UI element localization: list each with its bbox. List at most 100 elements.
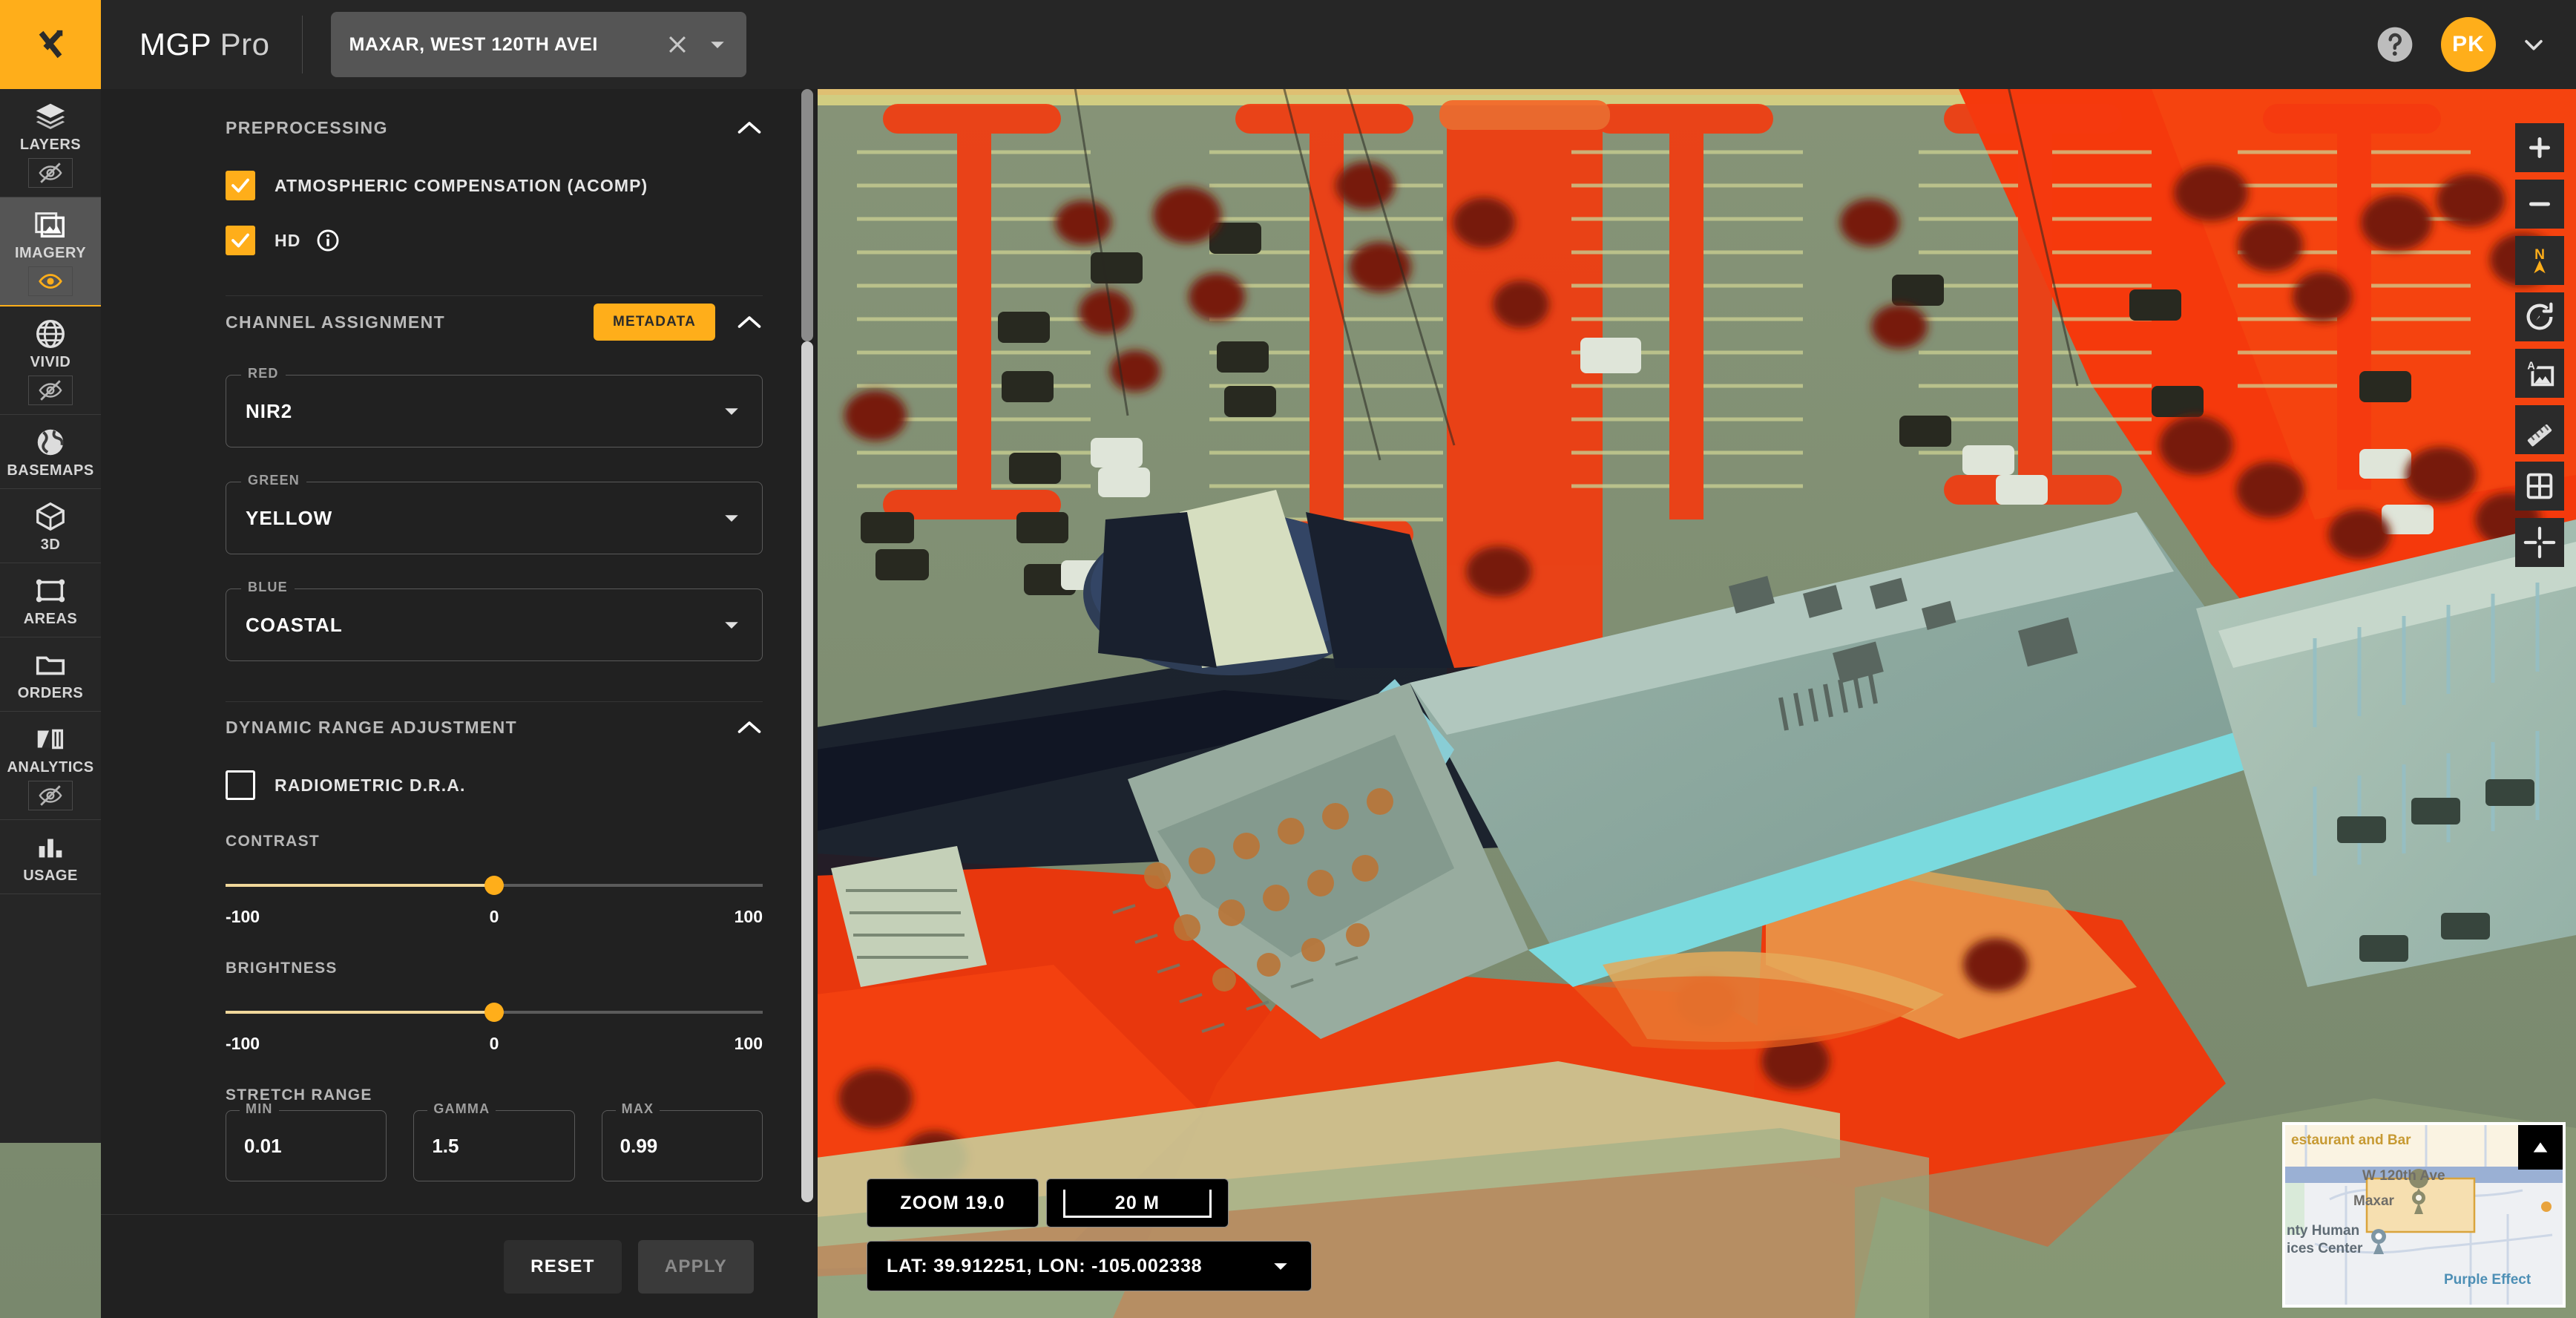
zoom-level-indicator[interactable]: ZOOM 19.0 — [867, 1178, 1039, 1227]
stretch-max-input[interactable]: MAX 0.99 — [602, 1110, 763, 1181]
help-icon[interactable] — [2374, 24, 2416, 65]
sidebar-item-areas[interactable]: AREAS — [0, 563, 101, 637]
section-title: PREPROCESSING — [226, 118, 388, 138]
section-title: DYNAMIC RANGE ADJUSTMENT — [226, 718, 517, 738]
chevron-up-icon[interactable] — [736, 718, 763, 736]
sidebar-item-basemaps[interactable]: BASEMAPS — [0, 415, 101, 489]
chevron-down-icon[interactable] — [1269, 1255, 1292, 1277]
contrast-slider[interactable] — [226, 876, 763, 895]
minimap-collapse-button[interactable] — [2518, 1125, 2563, 1170]
search-chip[interactable]: MAXAR, WEST 120TH AVEI — [331, 12, 746, 77]
blue-channel-value: COASTAL — [246, 614, 343, 637]
minimap-label: nty Human — [2287, 1223, 2359, 1239]
hd-checkbox[interactable] — [226, 226, 255, 255]
zoom-in-button[interactable] — [2515, 123, 2564, 172]
label-toggle-button[interactable]: A — [2515, 349, 2564, 398]
avatar[interactable]: PK — [2441, 17, 2496, 72]
sidebar-item-imagery[interactable]: IMAGERY — [0, 197, 101, 306]
panel-scrollbar[interactable] — [801, 89, 813, 1214]
minimap-label: W 120th Ave — [2362, 1168, 2445, 1184]
preprocessing-header[interactable]: PREPROCESSING — [226, 110, 763, 145]
folder-icon — [33, 648, 68, 682]
hd-checkbox-row[interactable]: HD — [226, 226, 763, 255]
brightness-thumb[interactable] — [484, 1003, 504, 1022]
chevron-down-icon[interactable] — [720, 507, 743, 529]
stretch-gamma-legend: GAMMA — [427, 1101, 496, 1117]
scale-label: 20 M — [1115, 1193, 1160, 1214]
ruler-icon — [2523, 413, 2557, 447]
expand-up-icon — [2529, 1135, 2552, 1159]
vivid-visibility-toggle[interactable] — [28, 376, 73, 405]
chevron-down-icon[interactable] — [720, 614, 743, 636]
chevron-down-icon[interactable] — [2521, 32, 2546, 57]
metadata-button[interactable]: METADATA — [594, 304, 715, 341]
sidebar-item-analytics[interactable]: ANALYTICS — [0, 712, 101, 820]
minimap[interactable]: estaurant and Bar W 120th Ave Maxar nty … — [2282, 1122, 2566, 1308]
toolbar-divider — [302, 16, 303, 73]
imagery-visibility-toggle[interactable] — [28, 266, 73, 296]
sidebar-item-label: LAYERS — [20, 137, 81, 154]
grid-button[interactable] — [2515, 462, 2564, 511]
apply-button[interactable]: APPLY — [638, 1240, 754, 1294]
chevron-down-icon[interactable] — [720, 400, 743, 422]
green-channel-select[interactable]: GREEN YELLOW — [226, 482, 763, 554]
stretch-min-input[interactable]: MIN 0.01 — [226, 1110, 387, 1181]
sidebar-item-orders[interactable]: ORDERS — [0, 637, 101, 712]
rotate-icon — [2523, 300, 2557, 334]
reset-rotation-button[interactable] — [2515, 292, 2564, 341]
search-chip-label: MAXAR, WEST 120TH AVEI — [349, 34, 660, 56]
minimap-label: estaurant and Bar — [2291, 1132, 2411, 1149]
chevron-down-icon[interactable] — [706, 33, 729, 56]
dra-header[interactable]: DYNAMIC RANGE ADJUSTMENT — [226, 709, 763, 745]
hd-label: HD — [275, 231, 300, 251]
cube-icon — [33, 499, 68, 534]
red-channel-legend: RED — [241, 366, 286, 381]
measure-button[interactable] — [2515, 405, 2564, 454]
crosshair-button[interactable] — [2515, 518, 2564, 567]
imagery-icon — [33, 208, 68, 242]
maxar-x-logo-icon — [33, 27, 68, 62]
panel-scroll-area[interactable]: PREPROCESSING ATMOSPHERIC COMPENSATION (… — [101, 89, 818, 1214]
sidebar-item-layers[interactable]: LAYERS — [0, 89, 101, 197]
blue-channel-select[interactable]: BLUE COASTAL — [226, 588, 763, 661]
stretch-gamma-input[interactable]: GAMMA 1.5 — [413, 1110, 574, 1181]
analytics-visibility-toggle[interactable] — [28, 781, 73, 810]
info-icon[interactable] — [315, 228, 341, 253]
contrast-mid: 0 — [490, 907, 499, 927]
bar-chart-icon — [33, 830, 68, 865]
close-icon[interactable] — [665, 32, 690, 57]
scale-bar-indicator: 20 M — [1046, 1178, 1229, 1227]
contrast-min: -100 — [226, 907, 260, 927]
acomp-checkbox[interactable] — [226, 171, 255, 200]
stretch-range-fields: MIN 0.01 GAMMA 1.5 MAX 0.99 — [226, 1110, 763, 1181]
chevron-up-icon[interactable] — [736, 313, 763, 331]
radiometric-dra-checkbox[interactable] — [226, 770, 255, 800]
blue-channel-legend: BLUE — [241, 580, 295, 595]
green-channel-legend: GREEN — [241, 473, 306, 488]
coordinate-readout[interactable]: LAT: 39.912251, LON: -105.002338 — [867, 1241, 1312, 1291]
brightness-slider[interactable] — [226, 1003, 763, 1022]
channel-assignment-header[interactable]: CHANNEL ASSIGNMENT METADATA — [226, 304, 763, 341]
layers-visibility-toggle[interactable] — [28, 158, 73, 188]
sidebar-item-usage[interactable]: USAGE — [0, 820, 101, 894]
section-title: CHANNEL ASSIGNMENT — [226, 312, 445, 332]
acomp-checkbox-row[interactable]: ATMOSPHERIC COMPENSATION (ACOMP) — [226, 171, 763, 200]
sidebar-item-vivid[interactable]: VIVID — [0, 306, 101, 415]
chevron-up-icon[interactable] — [736, 119, 763, 137]
contrast-thumb[interactable] — [484, 876, 504, 895]
north-compass-button[interactable]: N — [2515, 236, 2564, 285]
sidebar-item-3d[interactable]: 3D — [0, 489, 101, 563]
brightness-min: -100 — [226, 1034, 260, 1054]
red-channel-select[interactable]: RED NIR2 — [226, 375, 763, 447]
globe-icon — [33, 317, 68, 351]
app-logo[interactable] — [0, 0, 101, 89]
radiometric-dra-label: RADIOMETRIC D.R.A. — [275, 776, 465, 796]
primary-sidebar: LAYERS IMAGERY — [0, 0, 101, 1143]
zoom-out-button[interactable] — [2515, 180, 2564, 229]
minus-icon — [2523, 187, 2557, 221]
panel-scrollbar-thumb[interactable] — [801, 341, 813, 1202]
map-tools: N A — [2515, 123, 2564, 567]
contrast-label: CONTRAST — [226, 833, 763, 850]
radiometric-dra-row[interactable]: RADIOMETRIC D.R.A. — [226, 770, 763, 800]
reset-button[interactable]: RESET — [504, 1240, 622, 1294]
